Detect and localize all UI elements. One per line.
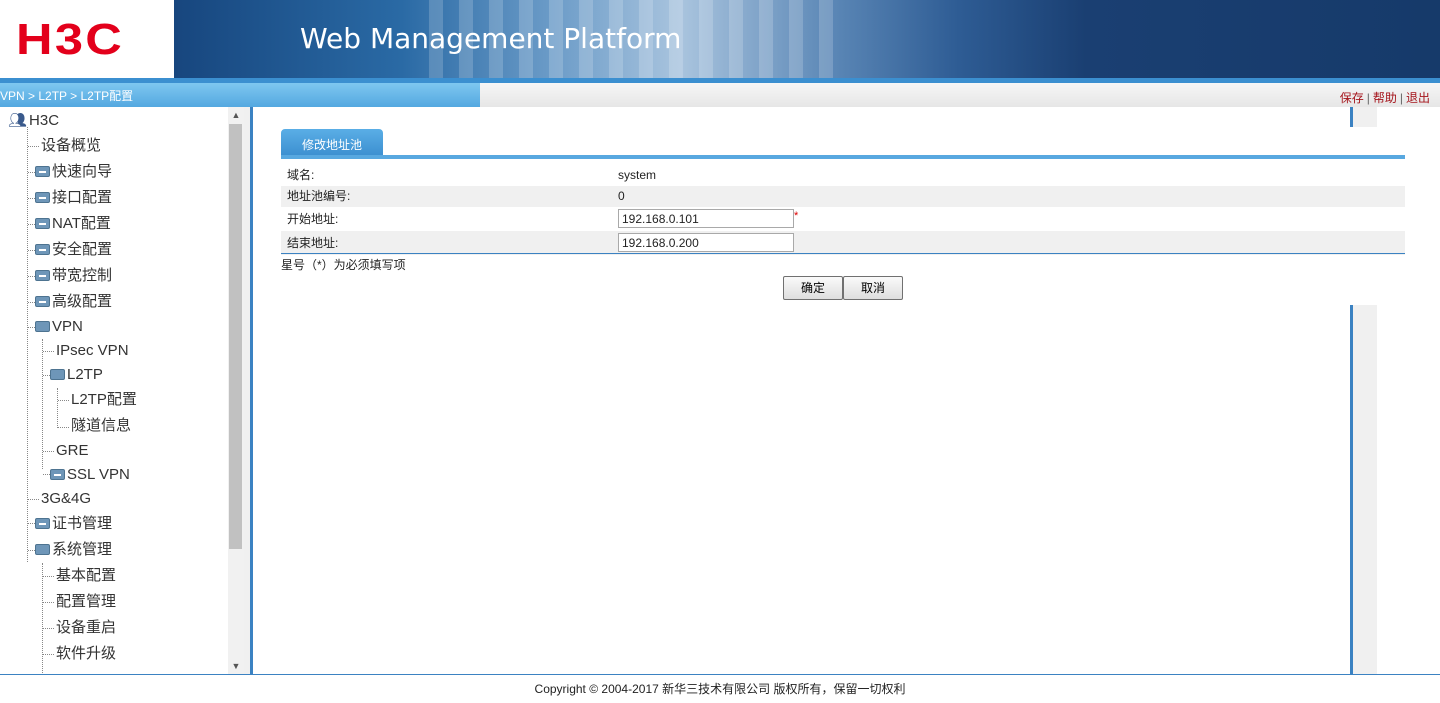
sidebar-item-label: 带宽控制 (52, 267, 113, 284)
location-bar: VPN > L2TP > L2TP配置 保存 | 帮助 | 退出 (0, 83, 1440, 107)
platform-title: Web Management Platform (300, 22, 682, 55)
folder-closed-icon (35, 191, 50, 203)
sidebar-item-root[interactable]: 👥︎ H3C (8, 109, 59, 133)
sidebar-item-label: 软件升级 (56, 645, 117, 662)
sidebar-item-config-management[interactable]: 配置管理 (56, 590, 116, 614)
end-address-label: 结束地址: (287, 236, 339, 250)
form-row-domain: 域名: system (281, 165, 1405, 186)
folder-closed-icon (35, 295, 50, 307)
sidebar-item-gre[interactable]: GRE (56, 439, 89, 463)
sidebar-item-bandwidth-control[interactable]: 带宽控制 (35, 264, 112, 288)
form-row-end-address: 结束地址: (281, 231, 1405, 255)
footer: Copyright © 2004-2017 新华三技术有限公司 版权所有，保留一… (0, 675, 1440, 701)
required-note: 星号（*）为必须填写项 (281, 258, 406, 272)
h3c-logo: H3C (16, 15, 125, 64)
folder-open-icon (50, 368, 65, 380)
sidebar-item-basic-config[interactable]: 基本配置 (56, 564, 116, 588)
start-address-label: 开始地址: (287, 212, 339, 226)
form-row-pool-number: 地址池编号: 0 (281, 186, 1405, 207)
user-group-icon: 👥︎ (8, 112, 28, 129)
sidebar-item-tunnel-info[interactable]: 隧道信息 (71, 414, 131, 438)
logo-area: H3C (0, 0, 174, 78)
tab-modify-address-pool[interactable]: 修改地址池 (281, 129, 383, 156)
right-rail-bottom (1350, 305, 1353, 674)
header-banner: Web Management Platform (174, 0, 1440, 78)
sidebar-item-cert-management[interactable]: 证书管理 (35, 512, 112, 536)
sidebar-item-label: L2TP (67, 366, 103, 383)
sidebar-item-l2tp[interactable]: L2TP (50, 363, 103, 387)
top-links: 保存 | 帮助 | 退出 (1339, 91, 1430, 105)
folder-closed-icon (35, 243, 50, 255)
sidebar-item-label: 设备重启 (56, 619, 117, 636)
sidebar-item-advanced-config[interactable]: 高级配置 (35, 290, 112, 314)
sidebar-item-l2tp-config[interactable]: L2TP配置 (71, 388, 137, 412)
scroll-thumb[interactable] (229, 124, 242, 549)
sidebar-divider (250, 107, 253, 674)
pool-number-value: 0 (618, 189, 625, 203)
ok-button[interactable]: 确定 (783, 276, 843, 300)
sidebar-root-label: H3C (29, 112, 60, 129)
folder-closed-icon (50, 468, 65, 480)
sidebar-item-label: 接口配置 (52, 189, 113, 206)
sidebar-item-device-restart[interactable]: 设备重启 (56, 616, 116, 640)
scroll-up-arrow-icon[interactable]: ▲ (228, 107, 244, 123)
domain-value: system (618, 168, 657, 182)
folder-closed-icon (35, 165, 50, 177)
sidebar: 👥︎ H3C 设备概览 快速向导 接口配置 NAT配置 安全配置 带宽控制 高级配… (0, 107, 244, 674)
sidebar-item-label: 基本配置 (56, 567, 117, 584)
sidebar-item-label: 高级配置 (52, 293, 113, 310)
form-row-start-address: 开始地址: * (281, 207, 1405, 231)
sidebar-item-label: 证书管理 (52, 515, 113, 532)
end-address-input[interactable] (618, 233, 794, 252)
sidebar-item-label: 隧道信息 (71, 417, 132, 434)
sidebar-item-device-overview[interactable]: 设备概览 (41, 134, 101, 158)
cancel-button[interactable]: 取消 (843, 276, 903, 300)
folder-open-icon (35, 320, 50, 332)
sidebar-item-ssl-vpn[interactable]: SSL VPN (50, 463, 130, 487)
sidebar-item-label: 配置管理 (56, 593, 117, 610)
form-divider (281, 253, 1405, 254)
sidebar-item-label: SSL VPN (67, 466, 130, 483)
sidebar-item-interface-config[interactable]: 接口配置 (35, 186, 112, 210)
save-link[interactable]: 保存 (1340, 91, 1364, 105)
folder-closed-icon (35, 517, 50, 529)
sidebar-item-label: L2TP配置 (71, 391, 137, 408)
sidebar-item-label: IPsec VPN (56, 342, 129, 359)
required-mark: * (794, 210, 799, 222)
sidebar-item-label: 系统管理 (52, 541, 113, 558)
sidebar-item-label: 3G&4G (41, 490, 92, 507)
sidebar-item-security-config[interactable]: 安全配置 (35, 238, 112, 262)
sidebar-item-label: 快速向导 (52, 163, 113, 180)
sidebar-item-3g4g[interactable]: 3G&4G (41, 487, 91, 511)
folder-open-icon (35, 543, 50, 555)
pool-number-label: 地址池编号: (287, 189, 351, 203)
sidebar-item-system-management[interactable]: 系统管理 (35, 538, 112, 562)
header: H3C Web Management Platform (0, 0, 1440, 78)
tab-underline (281, 155, 1405, 159)
sidebar-scrollbar[interactable]: ▲ ▼ (228, 107, 244, 674)
sidebar-item-quick-wizard[interactable]: 快速向导 (35, 160, 112, 184)
sidebar-item-label: 安全配置 (52, 241, 113, 258)
start-address-input[interactable] (618, 209, 794, 228)
sidebar-item-ipsec-vpn[interactable]: IPsec VPN (56, 339, 129, 363)
sidebar-item-label: VPN (52, 318, 83, 335)
sidebar-item-label: GRE (56, 442, 89, 459)
scroll-down-arrow-icon[interactable]: ▼ (228, 658, 244, 674)
sidebar-item-label: NAT配置 (52, 215, 111, 232)
sidebar-item-label: 设备概览 (41, 137, 102, 154)
folder-closed-icon (35, 217, 50, 229)
right-rail-top (1350, 107, 1353, 127)
folder-closed-icon (35, 269, 50, 281)
help-link[interactable]: 帮助 (1373, 91, 1397, 105)
breadcrumb: VPN > L2TP > L2TP配置 (0, 83, 480, 107)
sidebar-item-vpn[interactable]: VPN (35, 315, 83, 339)
domain-label: 域名: (287, 168, 315, 182)
sidebar-item-nat-config[interactable]: NAT配置 (35, 212, 111, 236)
sidebar-item-software-upgrade[interactable]: 软件升级 (56, 642, 116, 666)
logout-link[interactable]: 退出 (1406, 91, 1430, 105)
